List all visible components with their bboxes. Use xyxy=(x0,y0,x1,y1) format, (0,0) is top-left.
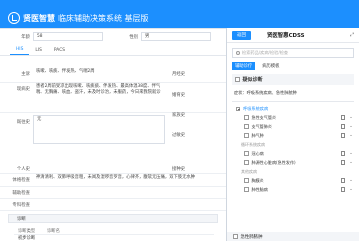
age-label: 年龄 xyxy=(21,35,30,40)
past-history-label: 既往史 xyxy=(16,120,30,125)
divider xyxy=(232,101,354,102)
chevron-down-icon[interactable]: ⌄ xyxy=(348,160,354,165)
document-icon[interactable] xyxy=(341,178,345,183)
cdss-title: 贤医智惠CDSS xyxy=(267,33,305,39)
suspected-diagnosis-header: 疑似诊断 xyxy=(232,74,354,85)
auxiliary-exam-label: 辅助检查 xyxy=(12,191,30,196)
checkbox[interactable] xyxy=(244,133,249,138)
menstrual-history-label: 月经史 xyxy=(172,72,186,77)
present-illness-field[interactable]: 患者2周前受凉出现咳嗽、咳痰痰、伴发热、最高体温38度、伴气喘、无胸痛、咳血、盗… xyxy=(33,83,165,109)
list-item[interactable]: 胸膜炎 ⌄ xyxy=(244,177,354,184)
specialty-exam-label: 专科检查 xyxy=(12,203,30,208)
search-placeholder: 检索药品/疾病/检验/检查 xyxy=(242,50,289,55)
cdss-subtabs: 辅助诊疗 病历模板 xyxy=(232,62,354,70)
list-item[interactable]: 支气管肺炎 ⌄ xyxy=(244,123,354,130)
record-tabs: HIS LIS PACS xyxy=(0,42,226,56)
vaccination-history-label: 接种史 xyxy=(172,167,186,172)
app-title: 临床辅助决策系统 基层版 xyxy=(58,13,149,23)
group-label: 呼吸系统疾病 xyxy=(243,106,269,111)
past-history-field[interactable]: 无 xyxy=(33,115,165,144)
diagnosis-section-title: 诊断 xyxy=(17,216,26,222)
divider xyxy=(0,198,226,199)
item-label: 急性支气管炎 xyxy=(251,114,277,120)
tab-his[interactable]: HIS xyxy=(10,47,30,55)
document-icon[interactable] xyxy=(341,160,345,165)
list-item[interactable]: 肺源性心脏病(急性发作) ⌄ xyxy=(244,159,354,166)
cdss-panel: 返回 贤医智惠CDSS ⤢ 检索药品/疾病/检验/检查 辅助诊疗 病历模板 疑似… xyxy=(226,28,359,241)
back-button[interactable]: 返回 xyxy=(232,30,251,40)
chevron-down-icon[interactable]: ⌄ xyxy=(348,133,354,138)
checkbox[interactable] xyxy=(244,178,249,183)
logo-icon xyxy=(8,12,20,24)
physical-exam-label: 体格检查 xyxy=(12,178,30,183)
chief-complaint-field[interactable]: 咳嗽、咳痰、伴发热、气喘2周 xyxy=(33,68,165,78)
list-item[interactable]: 急性支气管炎 ⌄ xyxy=(244,114,354,121)
expand-icon[interactable]: ⤢ xyxy=(350,32,354,38)
item-label: 肺源性心脏病(急性发作) xyxy=(251,159,296,165)
document-icon[interactable] xyxy=(341,151,345,156)
diagnosis-row-type[interactable]: 初步诊断 xyxy=(18,235,35,241)
chevron-down-icon[interactable]: ⌄ xyxy=(348,187,354,192)
patient-form: 年龄 58 性别 男 HIS LIS PACS 主诉 咳嗽、咳痰、伴发热、气喘2… xyxy=(0,28,226,241)
chevron-down-icon[interactable]: ⌄ xyxy=(348,151,354,156)
tab-assist[interactable]: 辅助诊疗 xyxy=(232,62,256,70)
chevron-down-icon[interactable]: ⌄ xyxy=(348,115,354,120)
document-icon[interactable] xyxy=(341,187,345,192)
diagnosis-section-header: 诊断 xyxy=(8,214,218,223)
chevron-down-icon[interactable]: ⌄ xyxy=(348,178,354,183)
item-label: 肺气肿 xyxy=(251,132,264,138)
checkbox[interactable] xyxy=(233,234,238,239)
list-item-acute-lung-abscess[interactable]: 急性肺脓肿 xyxy=(227,232,359,241)
diagnosis-hint: 症状：呼吸系统疾病、急性肺脓肿 xyxy=(234,90,297,95)
checkbox[interactable] xyxy=(244,124,249,129)
brand-name: 贤医智慧 xyxy=(23,13,55,23)
document-icon[interactable] xyxy=(341,115,345,120)
item-label: 急性肺脓肿 xyxy=(240,234,263,240)
divider xyxy=(0,186,226,187)
personal-history-label: 个人史 xyxy=(16,167,30,172)
allergy-history-label: 过敏史 xyxy=(172,133,186,138)
divider xyxy=(0,210,226,211)
gender-label: 性别 xyxy=(129,35,138,40)
family-history-label: 家族史 xyxy=(172,113,186,118)
checkbox[interactable] xyxy=(244,115,249,120)
age-field[interactable]: 58 xyxy=(33,32,103,41)
chevron-down-icon[interactable]: ⌄ xyxy=(348,124,354,129)
document-icon[interactable] xyxy=(341,133,345,138)
group-caption-circulatory: 循环系统疾病 xyxy=(241,142,265,147)
item-label: 冠心病 xyxy=(251,150,264,156)
search-icon xyxy=(236,51,240,55)
suspected-diagnosis-title: 疑似诊断 xyxy=(242,77,263,83)
group-respiratory[interactable]: 呼吸系统疾病 xyxy=(236,106,354,112)
collapse-icon[interactable] xyxy=(236,107,240,111)
checkbox[interactable] xyxy=(235,77,240,82)
item-label: 胸膜炎 xyxy=(251,177,264,183)
tab-lis[interactable]: LIS xyxy=(29,48,48,55)
physical-exam-field[interactable]: 神清清利、双肺呼吸音粗，未闻及湿啰音罗音，心律齐，腹软无压痛，双下肢无水肿 xyxy=(33,174,218,184)
present-illness-label: 现病史 xyxy=(16,87,30,92)
marital-history-label: 婚育史 xyxy=(172,93,186,98)
tab-template[interactable]: 病历模板 xyxy=(259,62,282,70)
item-label: 肺性脑病 xyxy=(251,186,268,192)
item-label: 支气管肺炎 xyxy=(251,123,272,129)
tab-pacs[interactable]: PACS xyxy=(48,48,71,55)
group-caption-other: 其他疾病 xyxy=(241,169,257,174)
list-item[interactable]: 冠心病 ⌄ xyxy=(244,150,354,157)
divider xyxy=(14,234,214,235)
checkbox[interactable] xyxy=(244,151,249,156)
cdss-header: 返回 贤医智惠CDSS ⤢ xyxy=(227,28,359,43)
chief-complaint-label: 主诉 xyxy=(21,72,30,77)
document-icon[interactable] xyxy=(341,124,345,129)
list-item[interactable]: 肺气肿 ⌄ xyxy=(244,132,354,139)
checkbox[interactable] xyxy=(244,187,249,192)
list-item[interactable]: 肺性脑病 ⌄ xyxy=(244,186,354,193)
cdss-search[interactable]: 检索药品/疾病/检验/检查 xyxy=(232,48,354,58)
gender-select[interactable]: 男 xyxy=(141,32,211,41)
checkbox[interactable] xyxy=(244,160,249,165)
